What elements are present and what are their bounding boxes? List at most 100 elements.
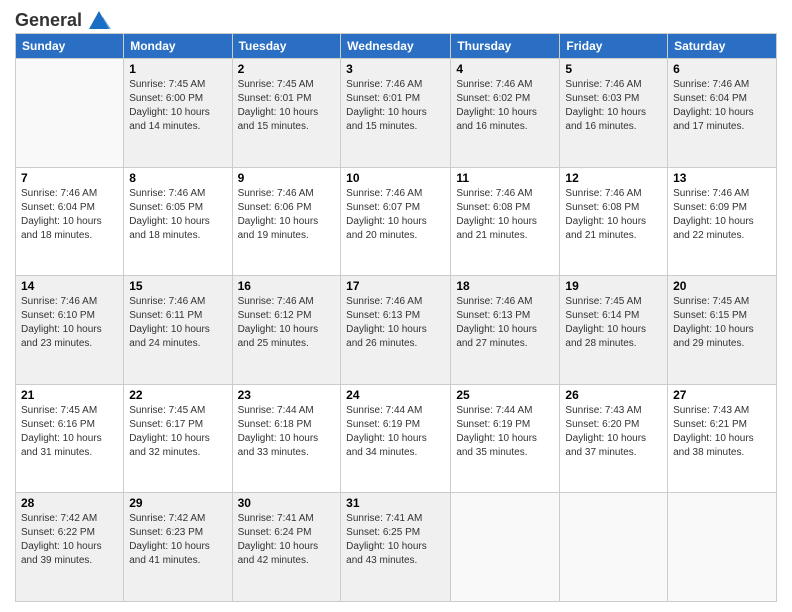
day-number: 24 [346, 388, 445, 402]
day-info: Sunrise: 7:42 AMSunset: 6:22 PMDaylight:… [21, 512, 118, 568]
calendar-cell: 22 Sunrise: 7:45 AMSunset: 6:17 PMDayligh… [124, 384, 232, 493]
day-number: 13 [673, 171, 771, 185]
calendar-cell [668, 493, 777, 602]
day-info: Sunrise: 7:46 AMSunset: 6:08 PMDaylight:… [456, 187, 554, 243]
day-number: 28 [21, 496, 118, 510]
calendar-cell: 14 Sunrise: 7:46 AMSunset: 6:10 PMDayligh… [16, 276, 124, 385]
calendar-cell: 8 Sunrise: 7:46 AMSunset: 6:05 PMDaylight… [124, 167, 232, 276]
day-number: 31 [346, 496, 445, 510]
day-info: Sunrise: 7:41 AMSunset: 6:24 PMDaylight:… [238, 512, 336, 568]
calendar-cell: 2Sunrise: 7:45 AMSunset: 6:01 PMDaylight… [232, 59, 341, 168]
calendar-cell: 10 Sunrise: 7:46 AMSunset: 6:07 PMDayligh… [341, 167, 451, 276]
week-row-3: 14 Sunrise: 7:46 AMSunset: 6:10 PMDayligh… [16, 276, 777, 385]
day-number: 4 [456, 62, 554, 76]
day-info: Sunrise: 7:45 AMSunset: 6:17 PMDaylight:… [129, 404, 226, 460]
weekday-tuesday: Tuesday [232, 34, 341, 59]
calendar-cell: 4 Sunrise: 7:46 AMSunset: 6:02 PMDaylight… [451, 59, 560, 168]
weekday-wednesday: Wednesday [341, 34, 451, 59]
calendar-cell: 6 Sunrise: 7:46 AMSunset: 6:04 PMDaylight… [668, 59, 777, 168]
weekday-monday: Monday [124, 34, 232, 59]
day-info: Sunrise: 7:44 AMSunset: 6:18 PMDaylight:… [238, 404, 336, 460]
day-info: Sunrise: 7:46 AMSunset: 6:02 PMDaylight:… [456, 78, 554, 134]
day-number: 6 [673, 62, 771, 76]
calendar-cell: 13 Sunrise: 7:46 AMSunset: 6:09 PMDayligh… [668, 167, 777, 276]
day-info: Sunrise: 7:45 AMSunset: 6:16 PMDaylight:… [21, 404, 118, 460]
day-info: Sunrise: 7:46 AMSunset: 6:13 PMDaylight:… [456, 295, 554, 351]
week-row-1: 1 Sunrise: 7:45 AMSunset: 6:00 PMDaylight… [16, 59, 777, 168]
day-number: 15 [129, 279, 226, 293]
day-number: 23 [238, 388, 336, 402]
day-number: 8 [129, 171, 226, 185]
logo-icon [85, 9, 113, 31]
calendar-cell: 12 Sunrise: 7:46 AMSunset: 6:08 PMDayligh… [560, 167, 668, 276]
day-number: 10 [346, 171, 445, 185]
day-info: Sunrise: 7:45 AMSunset: 6:15 PMDaylight:… [673, 295, 771, 351]
calendar-cell: 11 Sunrise: 7:46 AMSunset: 6:08 PMDayligh… [451, 167, 560, 276]
calendar-cell: 26 Sunrise: 7:43 AMSunset: 6:20 PMDayligh… [560, 384, 668, 493]
day-number: 16 [238, 279, 336, 293]
day-number: 9 [238, 171, 336, 185]
calendar-cell: 23 Sunrise: 7:44 AMSunset: 6:18 PMDayligh… [232, 384, 341, 493]
calendar-cell: 20 Sunrise: 7:45 AMSunset: 6:15 PMDayligh… [668, 276, 777, 385]
calendar-cell: 17Sunrise: 7:46 AMSunset: 6:13 PMDayligh… [341, 276, 451, 385]
weekday-saturday: Saturday [668, 34, 777, 59]
day-number: 29 [129, 496, 226, 510]
weekday-header-row: SundayMondayTuesdayWednesdayThursdayFrid… [16, 34, 777, 59]
calendar-cell: 21 Sunrise: 7:45 AMSunset: 6:16 PMDayligh… [16, 384, 124, 493]
weekday-thursday: Thursday [451, 34, 560, 59]
day-info: Sunrise: 7:45 AMSunset: 6:14 PMDaylight:… [565, 295, 662, 351]
calendar-cell: 19 Sunrise: 7:45 AMSunset: 6:14 PMDayligh… [560, 276, 668, 385]
day-info: Sunrise: 7:46 AMSunset: 6:10 PMDaylight:… [21, 295, 118, 351]
day-number: 20 [673, 279, 771, 293]
day-info: Sunrise: 7:43 AMSunset: 6:21 PMDaylight:… [673, 404, 771, 460]
calendar-cell: 9Sunrise: 7:46 AMSunset: 6:06 PMDaylight… [232, 167, 341, 276]
calendar-cell: 18 Sunrise: 7:46 AMSunset: 6:13 PMDayligh… [451, 276, 560, 385]
day-info: Sunrise: 7:46 AMSunset: 6:01 PMDaylight:… [346, 78, 445, 134]
day-number: 19 [565, 279, 662, 293]
day-info: Sunrise: 7:46 AMSunset: 6:03 PMDaylight:… [565, 78, 662, 134]
day-info: Sunrise: 7:44 AMSunset: 6:19 PMDaylight:… [346, 404, 445, 460]
day-info: Sunrise: 7:42 AMSunset: 6:23 PMDaylight:… [129, 512, 226, 568]
calendar-page: General SundayMondayTuesdayWednesdayThur… [0, 0, 792, 612]
calendar-cell: 5 Sunrise: 7:46 AMSunset: 6:03 PMDaylight… [560, 59, 668, 168]
week-row-4: 21 Sunrise: 7:45 AMSunset: 6:16 PMDayligh… [16, 384, 777, 493]
header: General [15, 10, 777, 27]
day-info: Sunrise: 7:46 AMSunset: 6:05 PMDaylight:… [129, 187, 226, 243]
calendar-cell: 27 Sunrise: 7:43 AMSunset: 6:21 PMDayligh… [668, 384, 777, 493]
day-number: 11 [456, 171, 554, 185]
calendar-cell: 31 Sunrise: 7:41 AMSunset: 6:25 PMDayligh… [341, 493, 451, 602]
day-number: 1 [129, 62, 226, 76]
day-number: 27 [673, 388, 771, 402]
day-number: 7 [21, 171, 118, 185]
calendar-cell: 28 Sunrise: 7:42 AMSunset: 6:22 PMDayligh… [16, 493, 124, 602]
calendar-cell: 15Sunrise: 7:46 AMSunset: 6:11 PMDayligh… [124, 276, 232, 385]
day-number: 26 [565, 388, 662, 402]
day-number: 5 [565, 62, 662, 76]
day-info: Sunrise: 7:41 AMSunset: 6:25 PMDaylight:… [346, 512, 445, 568]
day-number: 14 [21, 279, 118, 293]
day-number: 25 [456, 388, 554, 402]
day-info: Sunrise: 7:43 AMSunset: 6:20 PMDaylight:… [565, 404, 662, 460]
calendar-cell: 3Sunrise: 7:46 AMSunset: 6:01 PMDaylight… [341, 59, 451, 168]
day-info: Sunrise: 7:46 AMSunset: 6:07 PMDaylight:… [346, 187, 445, 243]
day-number: 17 [346, 279, 445, 293]
calendar-cell: 1 Sunrise: 7:45 AMSunset: 6:00 PMDaylight… [124, 59, 232, 168]
day-info: Sunrise: 7:46 AMSunset: 6:09 PMDaylight:… [673, 187, 771, 243]
week-row-2: 7Sunrise: 7:46 AMSunset: 6:04 PMDaylight… [16, 167, 777, 276]
day-number: 22 [129, 388, 226, 402]
logo-general-text: General [15, 10, 82, 31]
day-info: Sunrise: 7:45 AMSunset: 6:00 PMDaylight:… [129, 78, 226, 134]
day-info: Sunrise: 7:45 AMSunset: 6:01 PMDaylight:… [238, 78, 336, 134]
calendar-cell: 29 Sunrise: 7:42 AMSunset: 6:23 PMDayligh… [124, 493, 232, 602]
day-info: Sunrise: 7:44 AMSunset: 6:19 PMDaylight:… [456, 404, 554, 460]
calendar-cell: 16 Sunrise: 7:46 AMSunset: 6:12 PMDayligh… [232, 276, 341, 385]
day-info: Sunrise: 7:46 AMSunset: 6:08 PMDaylight:… [565, 187, 662, 243]
day-number: 12 [565, 171, 662, 185]
calendar-cell: 25 Sunrise: 7:44 AMSunset: 6:19 PMDayligh… [451, 384, 560, 493]
day-info: Sunrise: 7:46 AMSunset: 6:12 PMDaylight:… [238, 295, 336, 351]
day-number: 18 [456, 279, 554, 293]
day-number: 30 [238, 496, 336, 510]
weekday-sunday: Sunday [16, 34, 124, 59]
day-number: 21 [21, 388, 118, 402]
day-info: Sunrise: 7:46 AMSunset: 6:04 PMDaylight:… [673, 78, 771, 134]
